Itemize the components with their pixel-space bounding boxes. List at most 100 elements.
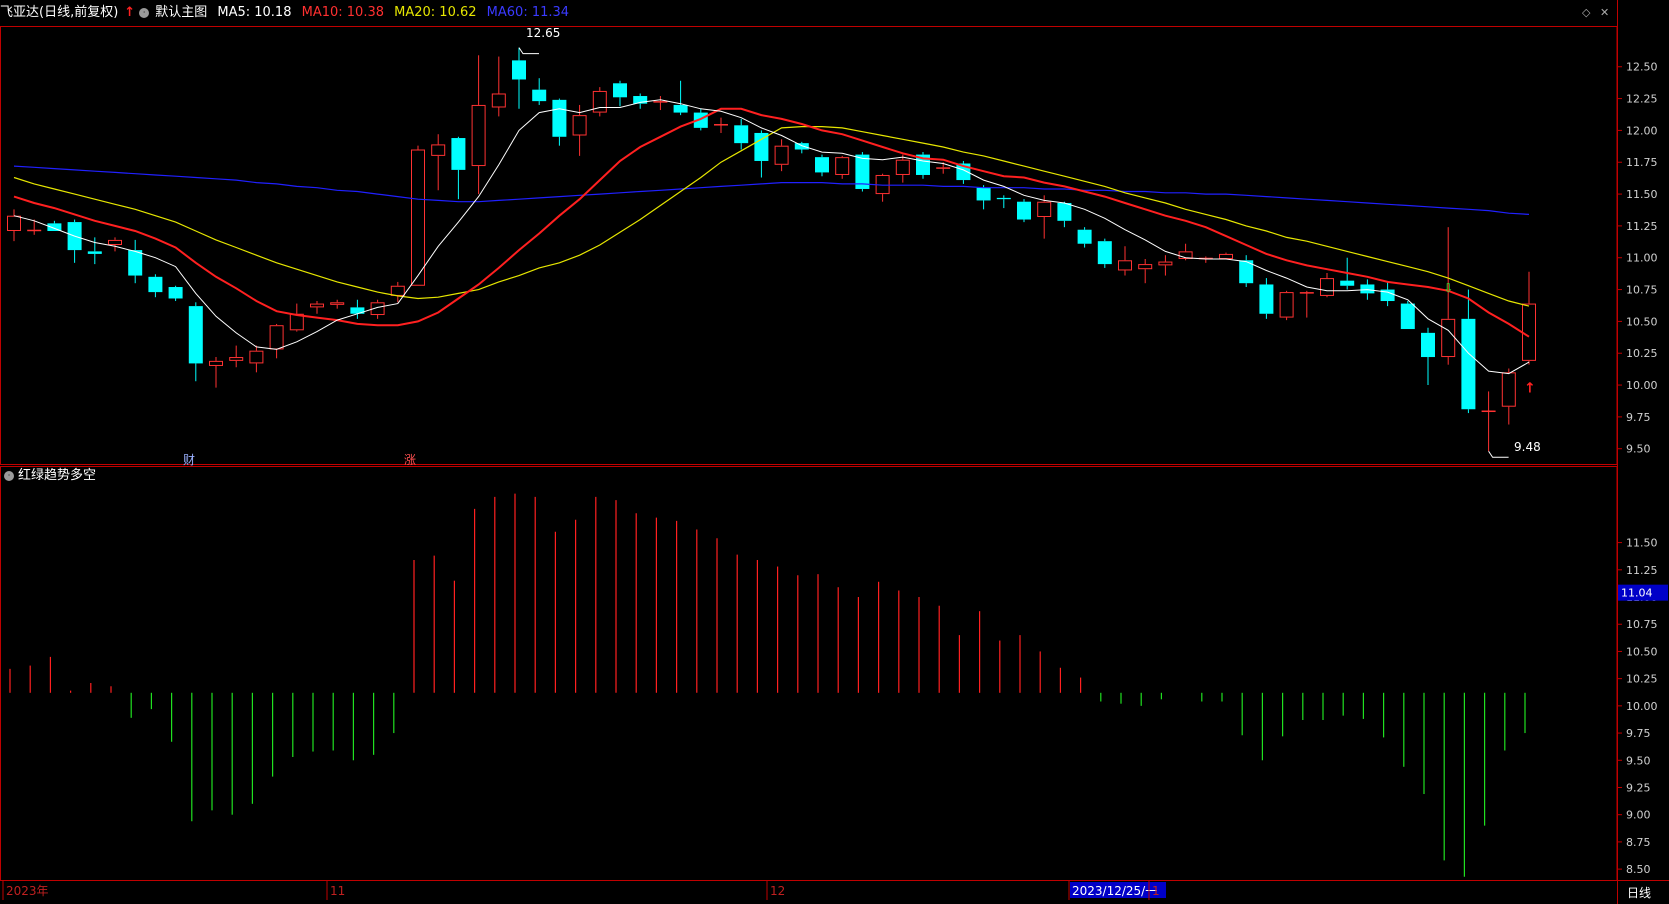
candle[interactable] (673, 80, 688, 116)
candle[interactable] (1501, 368, 1516, 425)
candle[interactable] (1118, 246, 1132, 276)
event-cai-marker[interactable]: 财 (183, 453, 195, 467)
candle[interactable] (1259, 278, 1274, 319)
chart-frame (0, 0, 1669, 904)
sub-y-tick-label: 10.00 (1626, 700, 1658, 713)
candle[interactable] (1017, 199, 1031, 223)
chart-canvas[interactable]: 12.50 12.25 12.00 11.75 11.50 11.25 11.00 10.75… (0, 0, 1669, 904)
sell-arrow-icon: ⇩ (1443, 281, 1453, 295)
candle[interactable] (209, 357, 223, 388)
candle[interactable] (895, 154, 910, 183)
candle[interactable] (471, 55, 486, 195)
candle[interactable] (128, 239, 143, 284)
candle[interactable] (249, 345, 264, 373)
candle-body (895, 159, 910, 175)
candle-body (1219, 253, 1233, 260)
candle[interactable] (714, 117, 728, 133)
candle[interactable] (1138, 259, 1153, 284)
candle[interactable] (1057, 201, 1072, 228)
candle[interactable] (1239, 255, 1254, 288)
candle[interactable] (653, 96, 668, 111)
candle[interactable] (815, 154, 829, 177)
candle-body (1501, 372, 1516, 407)
sub-y-tick-label: 10.75 (1626, 618, 1658, 631)
candle[interactable] (451, 136, 466, 200)
candle[interactable] (1198, 256, 1213, 263)
candle[interactable] (188, 302, 203, 382)
candle-body (1360, 284, 1375, 294)
candle[interactable] (148, 274, 163, 298)
candle-body (1037, 201, 1052, 217)
period-label[interactable]: 日线 (1627, 886, 1651, 900)
candle-body (188, 306, 203, 364)
ma60-line (13, 165, 1530, 215)
candle[interactable] (411, 145, 425, 286)
candle-body (491, 93, 506, 108)
y-tick-label: 10.50 (1626, 315, 1658, 328)
candle[interactable] (976, 185, 991, 210)
sub-y-tick-label: 8.50 (1626, 863, 1651, 876)
candle-body (734, 125, 749, 144)
candle[interactable] (613, 80, 627, 107)
candle[interactable] (330, 299, 345, 309)
candle[interactable] (431, 134, 446, 191)
candle[interactable] (1320, 273, 1334, 298)
candle[interactable] (1279, 290, 1294, 321)
candle-body (87, 251, 102, 254)
candle[interactable] (47, 220, 62, 231)
candle[interactable] (592, 87, 607, 117)
candle[interactable] (1441, 227, 1456, 365)
candle[interactable] (1522, 271, 1536, 365)
candle[interactable] (916, 152, 930, 179)
candle[interactable] (350, 299, 365, 319)
candle[interactable] (1461, 289, 1476, 414)
candle-body (1320, 278, 1334, 296)
candle[interactable] (835, 155, 850, 179)
sub-y-tick-label: 10.25 (1626, 673, 1658, 686)
candle[interactable] (1299, 290, 1314, 318)
candle[interactable] (289, 303, 304, 332)
high-price-label: 12.65 (526, 26, 560, 40)
candle[interactable] (229, 345, 244, 368)
candle[interactable] (67, 219, 82, 263)
candle[interactable] (1219, 252, 1233, 260)
x-axis-label: 2023年 (6, 884, 49, 898)
event-zhang-marker[interactable]: 涨 (404, 452, 416, 467)
candle[interactable] (875, 173, 890, 202)
candle[interactable] (734, 118, 749, 150)
candle[interactable] (633, 93, 648, 109)
candle[interactable] (1077, 227, 1092, 248)
ma20-line (13, 125, 1530, 307)
candle[interactable] (269, 323, 284, 359)
candle[interactable] (1481, 391, 1496, 452)
candle[interactable] (1400, 301, 1415, 330)
y-tick-label: 11.50 (1626, 188, 1658, 201)
y-tick-label: 11.00 (1626, 252, 1658, 265)
sub-y-axis: 11.5011.2511.0010.7510.5010.2510.009.759… (1617, 537, 1668, 876)
x-axis: 2023年 11 12 2023/12/25/一1 (2, 880, 1166, 900)
candle[interactable] (552, 98, 567, 146)
candle[interactable] (1421, 327, 1435, 386)
candle[interactable] (532, 78, 547, 105)
candle[interactable] (168, 285, 183, 302)
candle[interactable] (1158, 255, 1173, 276)
candle-body (613, 83, 627, 98)
candle[interactable] (7, 209, 21, 242)
candle[interactable] (754, 130, 769, 178)
candle[interactable] (491, 56, 506, 117)
candle[interactable] (774, 139, 789, 172)
candle[interactable] (512, 47, 526, 109)
y-tick-label: 10.25 (1626, 347, 1658, 360)
candle-body (209, 360, 223, 366)
candle[interactable] (390, 281, 405, 303)
candle[interactable] (1037, 195, 1052, 239)
candle-body (1441, 318, 1456, 358)
candle[interactable] (996, 195, 1011, 209)
candle[interactable] (310, 301, 324, 314)
candle[interactable] (27, 219, 42, 235)
sub-y-tick-label: 9.75 (1626, 727, 1651, 740)
sub-y-tick-label: 8.75 (1626, 836, 1651, 849)
candle-body (1400, 303, 1415, 330)
candle[interactable] (1097, 238, 1112, 268)
candle[interactable] (108, 237, 122, 252)
